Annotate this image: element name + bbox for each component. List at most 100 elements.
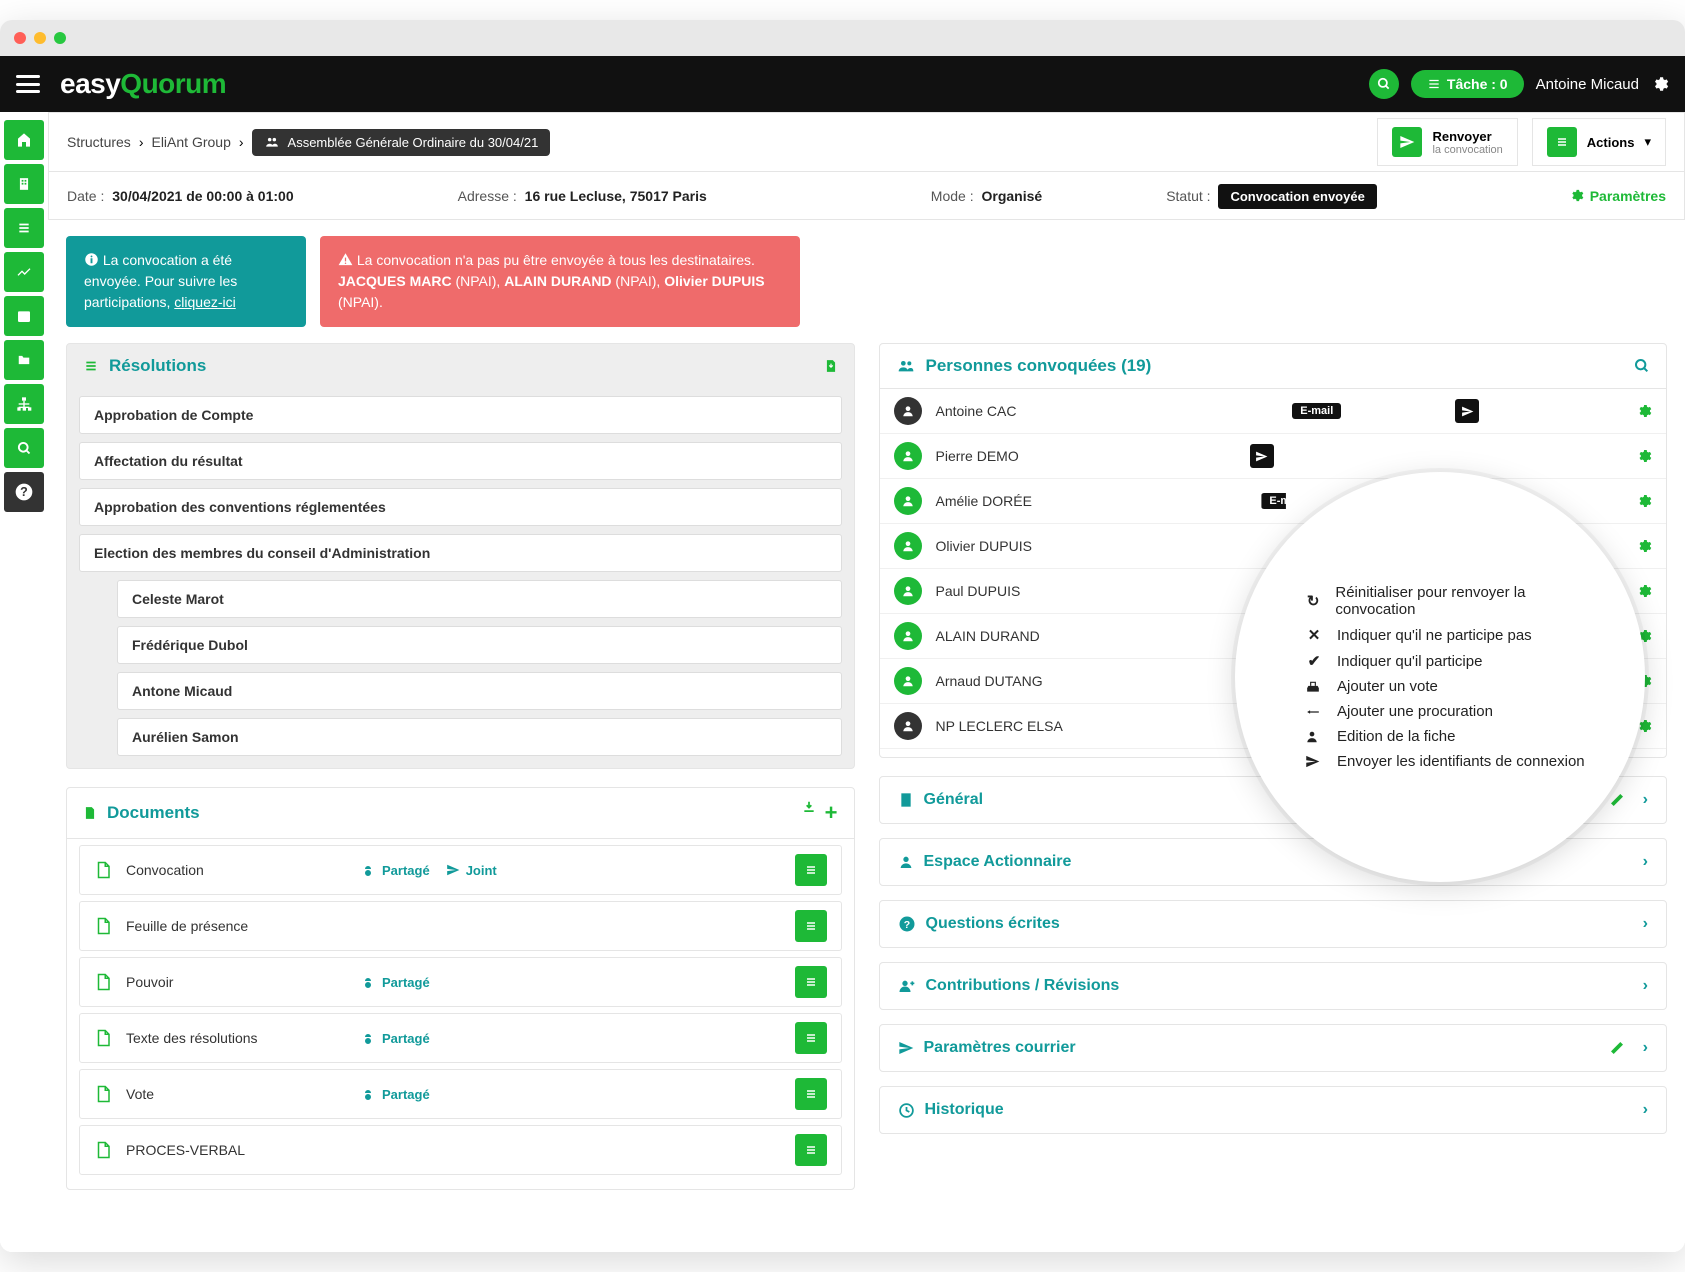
document-name: Feuille de présence	[126, 918, 346, 934]
resolutions-title: Résolutions	[109, 356, 206, 376]
ctx-participate[interactable]: ✔Indiquer qu'il participe	[1305, 648, 1585, 674]
send-icon	[1305, 754, 1323, 769]
nav-building[interactable]	[4, 164, 44, 204]
list-icon	[1547, 127, 1577, 157]
ctx-not-participate[interactable]: ✕Indiquer qu'il ne participe pas	[1305, 622, 1585, 648]
info-row: Date : 30/04/2021 de 00:00 à 01:00 Adres…	[48, 172, 1685, 220]
breadcrumb-entity[interactable]: EliAnt Group	[151, 134, 230, 150]
search-button[interactable]	[1369, 69, 1399, 99]
document-menu-button[interactable]	[795, 1022, 827, 1054]
nav-help[interactable]: ?	[4, 472, 44, 512]
ctx-send-credentials[interactable]: Envoyer les identifiants de connexion	[1305, 749, 1585, 774]
document-row[interactable]: Pouvoir Partagé	[79, 957, 842, 1007]
users-icon	[896, 358, 916, 374]
accordion-courrier[interactable]: Paramètres courrier ›	[879, 1024, 1668, 1072]
chevron-right-icon: ›	[239, 134, 244, 150]
person-settings-icon[interactable]	[1636, 538, 1652, 554]
close-icon: ✕	[1305, 626, 1323, 644]
resolution-item[interactable]: Affectation du résultat	[79, 442, 842, 480]
resolution-sub-item[interactable]: Antone Micaud	[117, 672, 842, 710]
person-context-menu: ↻Réinitialiser pour renvoyer la convocat…	[1235, 472, 1645, 882]
minimize-dot[interactable]	[34, 32, 46, 44]
menu-icon[interactable]	[16, 75, 40, 93]
person-name: Amélie DORÉE	[936, 493, 1136, 509]
avatar	[894, 622, 922, 650]
document-menu-button[interactable]	[795, 1078, 827, 1110]
cliquez-ici-link[interactable]: cliquez-ici	[174, 294, 235, 310]
ctx-edit-card[interactable]: Edition de la fiche	[1305, 724, 1585, 749]
task-badge[interactable]: Tâche : 0	[1411, 70, 1524, 98]
resolution-item[interactable]: Approbation des conventions réglementées	[79, 488, 842, 526]
chevron-right-icon: ›	[139, 134, 144, 150]
nav-home[interactable]	[4, 120, 44, 160]
document-name: Texte des résolutions	[126, 1030, 346, 1046]
close-dot[interactable]	[14, 32, 26, 44]
accordion-questions[interactable]: ? Questions écrites ›	[879, 900, 1668, 948]
file-icon	[94, 971, 112, 993]
edit-icon[interactable]	[1609, 1040, 1625, 1056]
actions-dropdown[interactable]: Actions ▾	[1532, 118, 1666, 166]
breadcrumb-page-chip: Assemblée Générale Ordinaire du 30/04/21	[252, 129, 551, 156]
ctx-add-vote[interactable]: Ajouter un vote	[1305, 674, 1585, 699]
resolution-sub-item[interactable]: Aurélien Samon	[117, 718, 842, 756]
nav-search[interactable]	[4, 428, 44, 468]
resolution-item[interactable]: Approbation de Compte	[79, 396, 842, 434]
topbar: easyQuorum Tâche : 0 Antoine Micaud	[0, 56, 1685, 112]
document-row[interactable]: Feuille de présence	[79, 901, 842, 951]
document-row[interactable]: Convocation PartagéJoint	[79, 845, 842, 895]
avatar	[894, 487, 922, 515]
person-name: ALAIN DURAND	[936, 628, 1136, 644]
edit-icon[interactable]	[1609, 792, 1625, 808]
search-icon[interactable]	[1634, 358, 1650, 374]
nav-chart[interactable]	[4, 252, 44, 292]
download-icon[interactable]	[824, 358, 838, 374]
add-icon[interactable]: +	[825, 800, 838, 826]
accordion-contributions[interactable]: Contributions / Révisions ›	[879, 962, 1668, 1010]
caret-down-icon: ▾	[1644, 134, 1651, 150]
document-menu-button[interactable]	[795, 966, 827, 998]
download-icon[interactable]	[801, 800, 817, 826]
document-row[interactable]: Texte des résolutions Partagé	[79, 1013, 842, 1063]
file-icon	[94, 1139, 112, 1161]
person-name: Antoine CAC	[936, 403, 1136, 419]
person-settings-icon[interactable]	[1636, 448, 1652, 464]
shared-tag: Partagé	[360, 863, 430, 878]
breadcrumb-structures[interactable]: Structures	[67, 134, 131, 150]
document-row[interactable]: Vote Partagé	[79, 1069, 842, 1119]
document-menu-button[interactable]	[795, 854, 827, 886]
nav-calendar[interactable]	[4, 296, 44, 336]
nav-folder[interactable]	[4, 340, 44, 380]
ctx-add-proxy[interactable]: Ajouter une procuration	[1305, 699, 1585, 724]
person-settings-icon[interactable]	[1636, 403, 1652, 419]
logo: easyQuorum	[60, 68, 226, 100]
document-name: Vote	[126, 1086, 346, 1102]
avatar	[894, 397, 922, 425]
document-menu-button[interactable]	[795, 910, 827, 942]
document-row[interactable]: PROCES-VERBAL	[79, 1125, 842, 1175]
email-badge: E-mail	[1292, 403, 1341, 419]
send-icon	[1392, 127, 1422, 157]
resolution-item[interactable]: Election des membres du conseil d'Admini…	[79, 534, 842, 572]
accordion-historique[interactable]: Historique ›	[879, 1086, 1668, 1134]
person-settings-icon[interactable]	[1636, 583, 1652, 599]
svg-text:?: ?	[20, 485, 28, 499]
person-settings-icon[interactable]	[1636, 493, 1652, 509]
nav-list[interactable]	[4, 208, 44, 248]
maximize-dot[interactable]	[54, 32, 66, 44]
refresh-icon: ↻	[1305, 592, 1321, 610]
shared-tag: Partagé	[360, 975, 430, 990]
ctx-reset[interactable]: ↻Réinitialiser pour renvoyer la convocat…	[1305, 580, 1585, 622]
resolution-sub-item[interactable]: Celeste Marot	[117, 580, 842, 618]
person-row: Pierre DEMO	[880, 434, 1667, 479]
document-menu-button[interactable]	[795, 1134, 827, 1166]
nav-sitemap[interactable]	[4, 384, 44, 424]
file-icon	[94, 1083, 112, 1105]
person-row: Antoine CAC E-mail	[880, 389, 1667, 434]
renvoyer-button[interactable]: Renvoyer la convocation	[1377, 118, 1517, 166]
person-name: Olivier DUPUIS	[936, 538, 1136, 554]
settings-icon[interactable]	[1651, 75, 1669, 93]
task-badge-label: Tâche : 0	[1447, 76, 1508, 92]
resolution-sub-item[interactable]: Frédérique Dubol	[117, 626, 842, 664]
avatar	[894, 577, 922, 605]
parametres-link[interactable]: Paramètres	[1569, 188, 1666, 204]
